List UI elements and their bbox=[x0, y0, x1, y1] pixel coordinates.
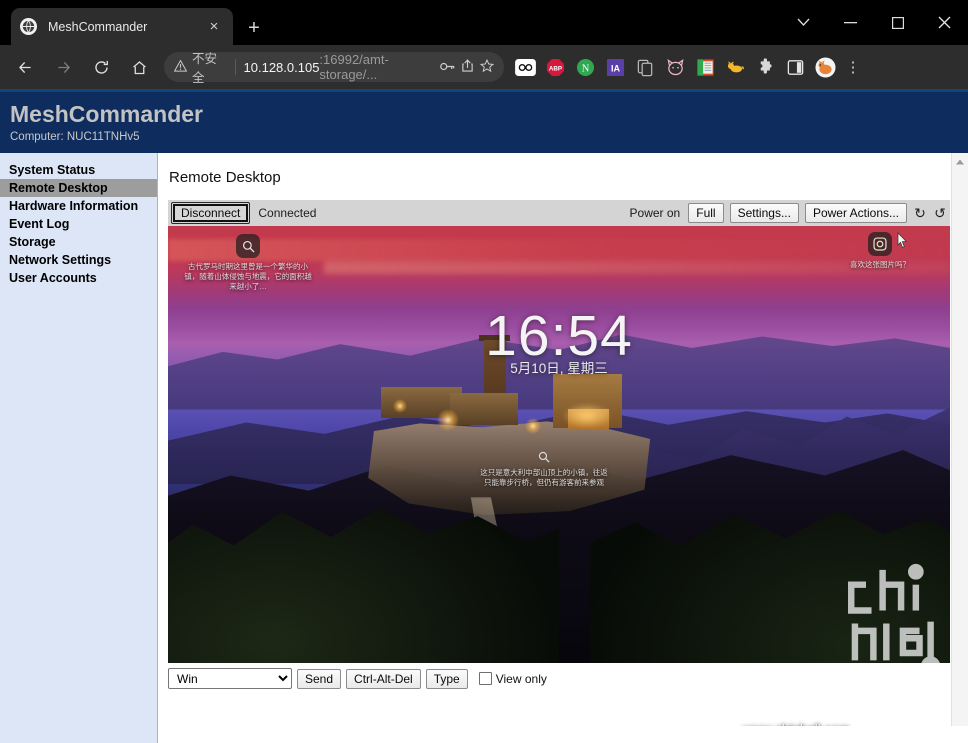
adblock-plus-icon[interactable]: ABP bbox=[543, 55, 567, 79]
sidebar-item-system-status[interactable]: System Status bbox=[0, 161, 157, 179]
magnifier-icon[interactable] bbox=[535, 448, 553, 466]
settings-button[interactable]: Settings... bbox=[729, 203, 799, 223]
svg-text:N: N bbox=[581, 63, 589, 74]
yellow-cat-icon[interactable] bbox=[723, 55, 747, 79]
scroll-up-arrow-icon[interactable] bbox=[952, 153, 968, 170]
spotlight-tip-top-right[interactable]: 喜欢这张图片吗？ bbox=[820, 232, 940, 270]
internet-archive-icon[interactable]: IA bbox=[603, 55, 627, 79]
tab-close-icon[interactable]: × bbox=[204, 19, 224, 34]
power-state-label: Power on bbox=[629, 206, 681, 220]
profile-avatar-icon[interactable] bbox=[813, 55, 837, 79]
kvm-footer-controls: Win Send Ctrl-Alt-Del Type View only bbox=[168, 663, 950, 690]
remote-desktop-viewport[interactable]: 16:54 5月10日, 星期三 古代罗马时期这里曾是一个繁华的小镇，随着山体侵… bbox=[168, 226, 950, 663]
view-only-checkbox-wrap[interactable]: View only bbox=[478, 671, 547, 686]
spotlight-tip-text: 这只是意大利中部山顶上的小镇，往返只能靠步行桥，但仍有游客前来参观 bbox=[480, 468, 608, 487]
special-key-select[interactable]: Win bbox=[168, 668, 292, 689]
password-key-icon[interactable] bbox=[440, 60, 455, 75]
minimize-icon[interactable] bbox=[827, 0, 874, 45]
magnifier-icon[interactable] bbox=[236, 234, 260, 258]
warning-triangle-icon bbox=[173, 59, 188, 75]
chiphell-logo bbox=[834, 557, 946, 663]
svg-text:IA: IA bbox=[610, 63, 620, 73]
url-host: 10.128.0.105 bbox=[243, 59, 320, 75]
home-button[interactable] bbox=[123, 51, 155, 83]
new-tab-button[interactable]: + bbox=[237, 11, 271, 45]
sidebar-bottom-fill bbox=[0, 726, 158, 743]
app-header: MeshCommander Computer: NUC11TNHv5 bbox=[0, 92, 968, 153]
browser-menu-icon[interactable]: ⋮ bbox=[840, 58, 866, 76]
sidebar-item-network-settings[interactable]: Network Settings bbox=[0, 251, 157, 269]
address-bar[interactable]: 不安全 10.128.0.105 :16992/amt-storage/... bbox=[164, 52, 504, 85]
browser-window: MeshCommander × + 不安全 10.128.0.105:1699… bbox=[0, 0, 968, 743]
copy-pages-icon[interactable] bbox=[633, 55, 657, 79]
spotlight-tip-center[interactable]: 这只是意大利中部山顶上的小镇，往返只能靠步行桥，但仍有游客前来参观 bbox=[478, 448, 610, 488]
svg-text:ABP: ABP bbox=[548, 65, 561, 72]
street-lamp-glow-2 bbox=[524, 418, 541, 435]
mouse-cursor-icon bbox=[897, 232, 908, 253]
sidebar-item-storage[interactable]: Storage bbox=[0, 233, 157, 251]
cat-extension-icon[interactable] bbox=[663, 55, 687, 79]
tab-title: MeshCommander bbox=[48, 19, 148, 34]
sidebar-item-event-log[interactable]: Event Log bbox=[0, 215, 157, 233]
bottom-strip bbox=[0, 726, 968, 743]
main-content: Remote Desktop Disconnect Connected Powe… bbox=[158, 153, 968, 743]
tab-strip: MeshCommander × + bbox=[0, 0, 968, 45]
security-status-text: 不安全 bbox=[192, 52, 218, 85]
nord-vpn-icon[interactable]: N bbox=[573, 55, 597, 79]
connection-status: Connected bbox=[258, 206, 317, 220]
street-lamp-glow-1 bbox=[436, 408, 459, 431]
lockscreen-date: 5月10日, 星期三 bbox=[510, 361, 608, 377]
view-only-label: View only bbox=[495, 671, 547, 686]
refresh-icon-1[interactable]: ↻ bbox=[913, 205, 927, 222]
bookmark-star-icon[interactable] bbox=[479, 58, 495, 76]
omnibox-divider bbox=[234, 59, 236, 75]
refresh-icon-2[interactable]: ↺ bbox=[933, 205, 947, 222]
reload-button[interactable] bbox=[85, 51, 117, 83]
sidebar-item-user-accounts[interactable]: User Accounts bbox=[0, 269, 157, 287]
camera-icon[interactable] bbox=[868, 232, 892, 256]
goo-extension-icon[interactable] bbox=[513, 55, 537, 79]
maximize-icon[interactable] bbox=[874, 0, 921, 45]
sidebar-item-remote-desktop[interactable]: Remote Desktop bbox=[0, 179, 157, 197]
sidepanel-icon[interactable] bbox=[783, 55, 807, 79]
spotlight-tip-top-left[interactable]: 古代罗马时期这里曾是一个繁华的小镇，随着山体侵蚀与地震，它的面积越来越小了… bbox=[182, 234, 314, 292]
forward-button[interactable] bbox=[47, 51, 79, 83]
kvm-toolbar: Disconnect Connected Power on Full Setti… bbox=[168, 200, 950, 226]
send-key-button[interactable]: Send bbox=[297, 668, 342, 689]
globe-icon bbox=[20, 18, 37, 35]
spotlight-tip-text: 古代罗马时期这里曾是一个繁华的小镇，随着山体侵蚀与地震，它的面积越来越小了… bbox=[184, 262, 312, 291]
vertical-scrollbar[interactable] bbox=[951, 153, 968, 743]
page-body: System Status Remote Desktop Hardware In… bbox=[0, 153, 968, 743]
share-icon[interactable] bbox=[461, 59, 474, 75]
app-title: MeshCommander bbox=[10, 101, 203, 127]
puzzle-extensions-icon[interactable] bbox=[753, 55, 777, 79]
back-button[interactable] bbox=[9, 51, 41, 83]
computer-name-label: Computer: NUC11TNHv5 bbox=[10, 131, 140, 143]
disconnect-button[interactable]: Disconnect bbox=[171, 202, 251, 224]
url-path: :16992/amt-storage/... bbox=[319, 52, 389, 82]
church-glow bbox=[562, 402, 613, 428]
page-title: Remote Desktop bbox=[169, 169, 281, 186]
browser-tab-meshcommander[interactable]: MeshCommander × bbox=[11, 8, 233, 45]
full-screen-button[interactable]: Full bbox=[688, 203, 724, 223]
view-only-checkbox[interactable] bbox=[478, 672, 492, 685]
sidebar-item-hardware-information[interactable]: Hardware Information bbox=[0, 197, 157, 215]
window-controls bbox=[780, 0, 968, 45]
sidebar-nav: System Status Remote Desktop Hardware In… bbox=[0, 153, 158, 743]
spotlight-tip-text: 喜欢这张图片吗？ bbox=[850, 260, 910, 269]
village-building-mid bbox=[449, 393, 519, 425]
tab-search-chevron-icon[interactable] bbox=[780, 0, 827, 45]
ctrl-alt-del-button[interactable]: Ctrl-Alt-Del bbox=[346, 668, 421, 689]
window-extension-icon[interactable] bbox=[693, 55, 717, 79]
type-button[interactable]: Type bbox=[425, 668, 468, 689]
close-window-icon[interactable] bbox=[921, 0, 968, 45]
power-actions-button[interactable]: Power Actions... bbox=[804, 203, 907, 223]
browser-toolbar: 不安全 10.128.0.105 :16992/amt-storage/... bbox=[0, 45, 968, 92]
